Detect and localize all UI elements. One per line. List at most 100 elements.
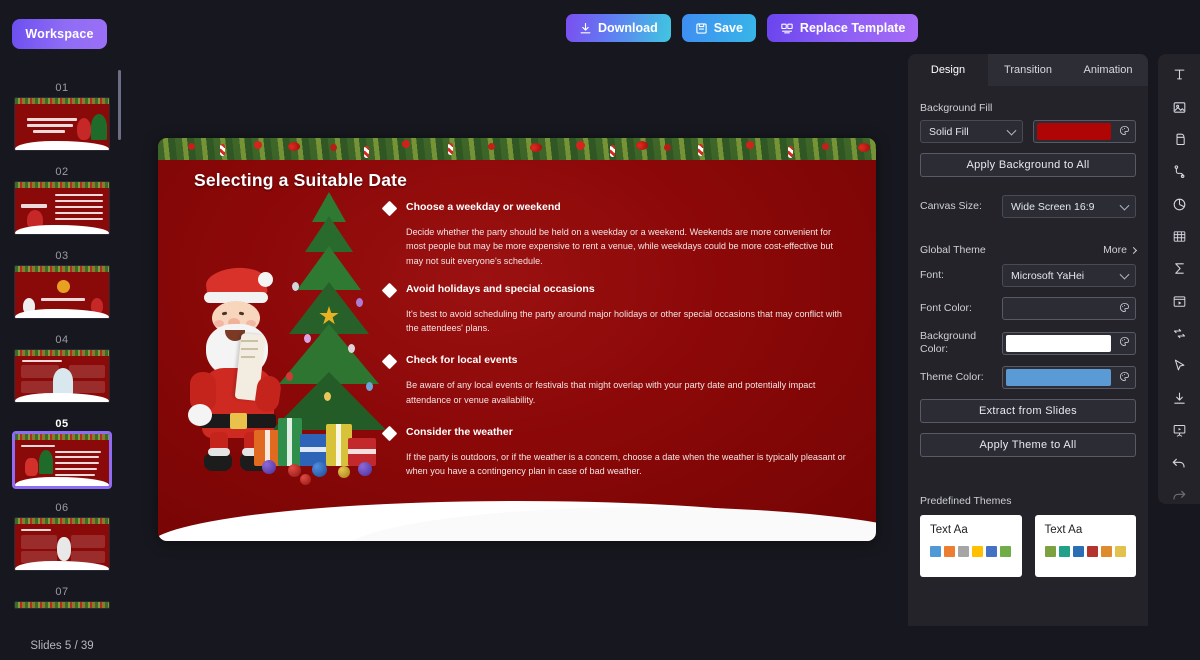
undo-icon[interactable] [1168,454,1190,471]
thumbnail-item[interactable]: 01 [0,76,124,151]
slide-thumbnail-rail[interactable]: 01 02 03 04 05 06 07 Slides 5 / 39 [0,58,124,660]
download-button[interactable]: Download [566,14,671,42]
slide-bullets[interactable]: Choose a weekday or weekend Decide wheth… [381,200,846,487]
slide-artwork [188,186,392,516]
bullet-item[interactable]: Check for local events Be aware of any l… [381,353,846,407]
tab-design[interactable]: Design [908,54,988,86]
thumbnail-item[interactable]: 03 [0,244,124,319]
palette-icon[interactable] [1119,123,1130,141]
thumbnail-item[interactable]: 02 [0,160,124,235]
thumbnail-number: 01 [55,82,69,94]
canvas-size-row: Canvas Size: Wide Screen 16:9 [920,195,1136,218]
tab-transition[interactable]: Transition [988,54,1068,86]
workspace-button[interactable]: Workspace [12,19,107,49]
background-color-value [1006,334,1111,352]
thumbnail-slide-3[interactable] [14,265,110,319]
canvas-size-value: Wide Screen 16:9 [1011,200,1095,213]
palette-icon[interactable] [1119,369,1130,387]
table-icon[interactable] [1168,228,1190,245]
theme-swatch [1114,546,1126,557]
theme-color-row: Theme Color: [920,366,1136,389]
font-color-swatch[interactable] [1002,297,1136,320]
thumbnail-number: 02 [55,166,69,178]
apply-background-to-all-button[interactable]: Apply Background to All [920,153,1136,177]
formula-icon[interactable] [1168,260,1190,277]
theme-card-2[interactable]: Text Aa [1034,515,1136,577]
background-color-label: Background Color: [920,330,977,355]
theme-swatch [1058,546,1070,557]
media-icon[interactable] [1168,293,1190,310]
slide-canvas[interactable]: Selecting a Suitable Date Choose a weekd… [158,138,876,541]
predefined-themes-list[interactable]: Text Aa Text Aa [920,515,1136,577]
save-icon [695,22,708,35]
theme-color-label: Theme Color: [920,371,984,383]
palette-icon[interactable] [1119,334,1130,352]
flowchart-icon[interactable] [1168,325,1190,342]
more-link[interactable]: More [1103,244,1138,256]
save-button[interactable]: Save [681,14,756,42]
canvas-stage[interactable]: Selecting a Suitable Date Choose a weekd… [124,58,904,660]
thumbnail-number: 04 [55,334,69,346]
extract-label: Extract from Slides [978,405,1077,417]
theme-swatch [986,546,997,557]
bullet-item[interactable]: Consider the weather If the party is out… [381,425,846,479]
thumbnail-item[interactable]: 04 [0,328,124,403]
thumbnail-number: 06 [55,502,69,514]
bullet-body: It's best to avoid scheduling the party … [406,308,842,334]
panel-tabs[interactable]: Design Transition Animation [908,54,1148,86]
thumbnail-slide-5[interactable] [12,431,112,489]
fill-color-swatch[interactable] [1033,120,1136,143]
bullet-item[interactable]: Choose a weekday or weekend Decide wheth… [381,200,846,268]
font-select[interactable]: Microsoft YaHei [1002,264,1136,287]
fill-type-select[interactable]: Solid Fill [920,120,1023,143]
theme-swatch [1100,546,1112,557]
replace-template-button[interactable]: Replace Template [766,14,919,42]
font-row: Font: Microsoft YaHei [920,264,1136,287]
thumbnail-slide-4[interactable] [14,349,110,403]
background-color-swatch[interactable] [1002,331,1136,355]
shape-icon[interactable] [1168,131,1190,148]
theme-swatch [1072,546,1084,557]
tab-animation[interactable]: Animation [1068,54,1148,86]
canvas-size-select[interactable]: Wide Screen 16:9 [1002,195,1136,218]
present-icon[interactable] [1168,422,1190,439]
thumbnail-item[interactable]: 06 [0,496,124,571]
thumbnail-item[interactable]: 07 [0,580,124,609]
theme-swatch [944,546,955,557]
bullet-heading: Choose a weekday or weekend [406,201,561,213]
thumbnail-slide-1[interactable] [14,97,110,151]
theme-swatch [1044,546,1056,557]
extract-from-slides-button[interactable]: Extract from Slides [920,399,1136,423]
cursor-icon[interactable] [1168,357,1190,374]
apply-theme-to-all-button[interactable]: Apply Theme to All [920,433,1136,457]
slides-count-label: Slides 5 / 39 [30,640,94,652]
panel-body: Background Fill Solid Fill Apply Backgro… [908,86,1148,577]
connector-icon[interactable] [1168,163,1190,180]
image-icon[interactable] [1168,98,1190,115]
thumbnail-slide-2[interactable] [14,181,110,235]
diamond-bullet-icon [381,354,398,370]
redo-icon[interactable] [1168,487,1190,504]
diamond-bullet-icon [381,282,398,299]
theme-card-text: Text Aa [1044,524,1083,536]
tools-icon-bar[interactable] [1158,54,1200,504]
theme-card-text: Text Aa [930,524,968,536]
chevron-down-icon [1006,125,1017,136]
text-icon[interactable] [1168,66,1190,83]
bullet-item[interactable]: Avoid holidays and special occasions It'… [381,282,846,336]
thumbnail-number: 05 [55,418,69,430]
workspace-label: Workspace [25,27,94,41]
thumbnail-slide-7[interactable] [14,601,110,609]
chart-icon[interactable] [1168,195,1190,212]
font-value: Microsoft YaHei [1011,269,1085,282]
gift-boxes-graphic [254,408,389,498]
download-icon [579,22,592,35]
import-icon[interactable] [1168,390,1190,407]
bullet-heading: Avoid holidays and special occasions [406,282,595,295]
thumbnail-item-active[interactable]: 05 [0,412,124,489]
thumbnail-number: 07 [55,586,69,598]
palette-icon[interactable] [1119,300,1130,318]
theme-color-swatch[interactable] [1002,366,1136,389]
theme-card-1[interactable]: Text Aa [920,515,1022,577]
thumbnail-slide-6[interactable] [14,517,110,571]
